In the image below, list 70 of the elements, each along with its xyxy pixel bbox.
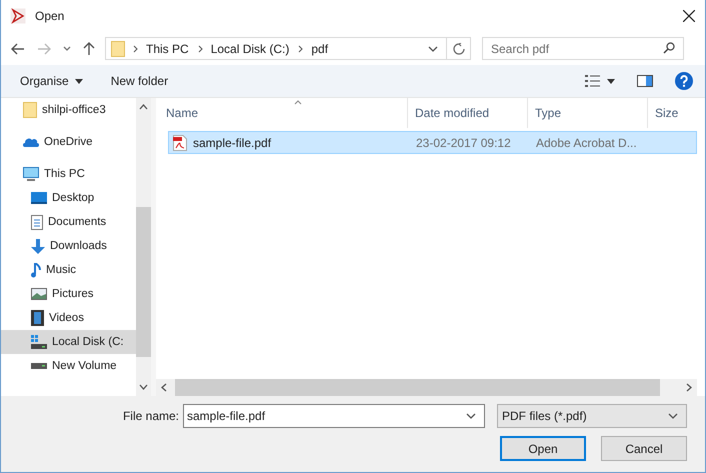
- chevron-down-icon: [668, 413, 678, 419]
- nav-item[interactable]: Downloads: [1, 234, 136, 258]
- scroll-right-icon[interactable]: [686, 383, 692, 392]
- new-folder-button[interactable]: New folder: [104, 70, 176, 92]
- column-header[interactable]: Type: [528, 98, 648, 128]
- nav-item[interactable]: shilpi-office3: [1, 98, 136, 122]
- sort-up-icon: [294, 100, 302, 105]
- nav-item[interactable]: This PC: [1, 162, 136, 186]
- file-name-label: File name:: [122, 409, 179, 423]
- column-header[interactable]: Name: [156, 98, 408, 128]
- organise-menu[interactable]: Organise: [13, 70, 90, 92]
- nav-item[interactable]: Videos: [1, 306, 136, 330]
- document-icon: [31, 214, 43, 230]
- file-name: sample-file.pdf: [193, 136, 272, 150]
- up-arrow-icon[interactable]: [83, 42, 95, 56]
- music-note-icon: [31, 262, 41, 278]
- preview-pane-icon[interactable]: [637, 75, 653, 87]
- breadcrumb-item[interactable]: pdf: [311, 42, 328, 56]
- window-title: Open: [35, 9, 64, 23]
- nav-item[interactable]: OneDrive: [1, 130, 136, 154]
- cancel-button[interactable]: Cancel: [601, 436, 687, 461]
- monitor-icon: [23, 167, 39, 181]
- desktop-icon: [31, 192, 47, 204]
- caret-icon[interactable]: [607, 78, 615, 84]
- breadcrumb-item[interactable]: This PC: [146, 42, 189, 56]
- chevron-down-icon[interactable]: [63, 46, 71, 52]
- picture-icon: [31, 288, 47, 300]
- scroll-down-icon[interactable]: [139, 384, 148, 390]
- nav-item[interactable]: Pictures: [1, 282, 136, 306]
- scrollbar-thumb[interactable]: [136, 207, 151, 357]
- search-field[interactable]: Search pdf: [482, 37, 684, 60]
- caret-icon: [74, 78, 83, 84]
- scroll-left-icon[interactable]: [161, 383, 167, 392]
- chevron-down-icon[interactable]: [428, 46, 438, 52]
- file-row[interactable]: sample-file.pdf 23-02-2017 09:12 Adobe Acrobat D...: [168, 131, 697, 154]
- chevron-right-icon: [198, 44, 203, 52]
- chevron-right-icon: [133, 44, 138, 52]
- nav-item[interactable]: Local Disk (C:: [1, 330, 136, 354]
- column-header[interactable]: Date modified: [408, 98, 528, 128]
- scroll-up-icon[interactable]: [139, 104, 148, 110]
- column-header[interactable]: Size: [648, 98, 697, 128]
- app-icon: [10, 8, 26, 24]
- cloud-icon: [23, 137, 39, 147]
- folder-icon: [111, 40, 125, 56]
- nav-item[interactable]: Documents: [1, 210, 136, 234]
- file-type-dropdown[interactable]: PDF files (*.pdf): [497, 404, 687, 428]
- drive-icon: [31, 363, 47, 369]
- back-arrow-icon[interactable]: [11, 42, 25, 54]
- nav-item[interactable]: Music: [1, 258, 136, 282]
- date-cell-text: 23-02-2017 09:12: [415, 134, 512, 152]
- file-name-field[interactable]: sample-file.pdf: [183, 404, 485, 428]
- nav-item[interactable]: Desktop: [1, 186, 136, 210]
- download-arrow-icon: [31, 238, 45, 254]
- folder-icon: [23, 102, 37, 118]
- view-options-icon[interactable]: [585, 75, 601, 87]
- pdf-file-icon: [173, 134, 187, 150]
- chevron-right-icon: [298, 44, 304, 52]
- search-icon: [663, 42, 675, 54]
- help-icon[interactable]: [675, 72, 693, 90]
- refresh-icon[interactable]: [452, 42, 464, 54]
- breadcrumb-item[interactable]: Local Disk (C:): [210, 42, 290, 56]
- drive-icon: [31, 335, 47, 349]
- nav-item[interactable]: New Volume: [1, 354, 136, 378]
- close-icon[interactable]: [683, 10, 695, 22]
- type-cell-text: Adobe Acrobat D...: [535, 134, 638, 152]
- open-button[interactable]: Open: [500, 436, 586, 461]
- chevron-down-icon: [466, 413, 476, 419]
- scrollbar-thumb[interactable]: [175, 379, 660, 396]
- film-strip-icon: [31, 310, 44, 326]
- address-bar[interactable]: This PC Local Disk (C:) pdf: [105, 37, 471, 60]
